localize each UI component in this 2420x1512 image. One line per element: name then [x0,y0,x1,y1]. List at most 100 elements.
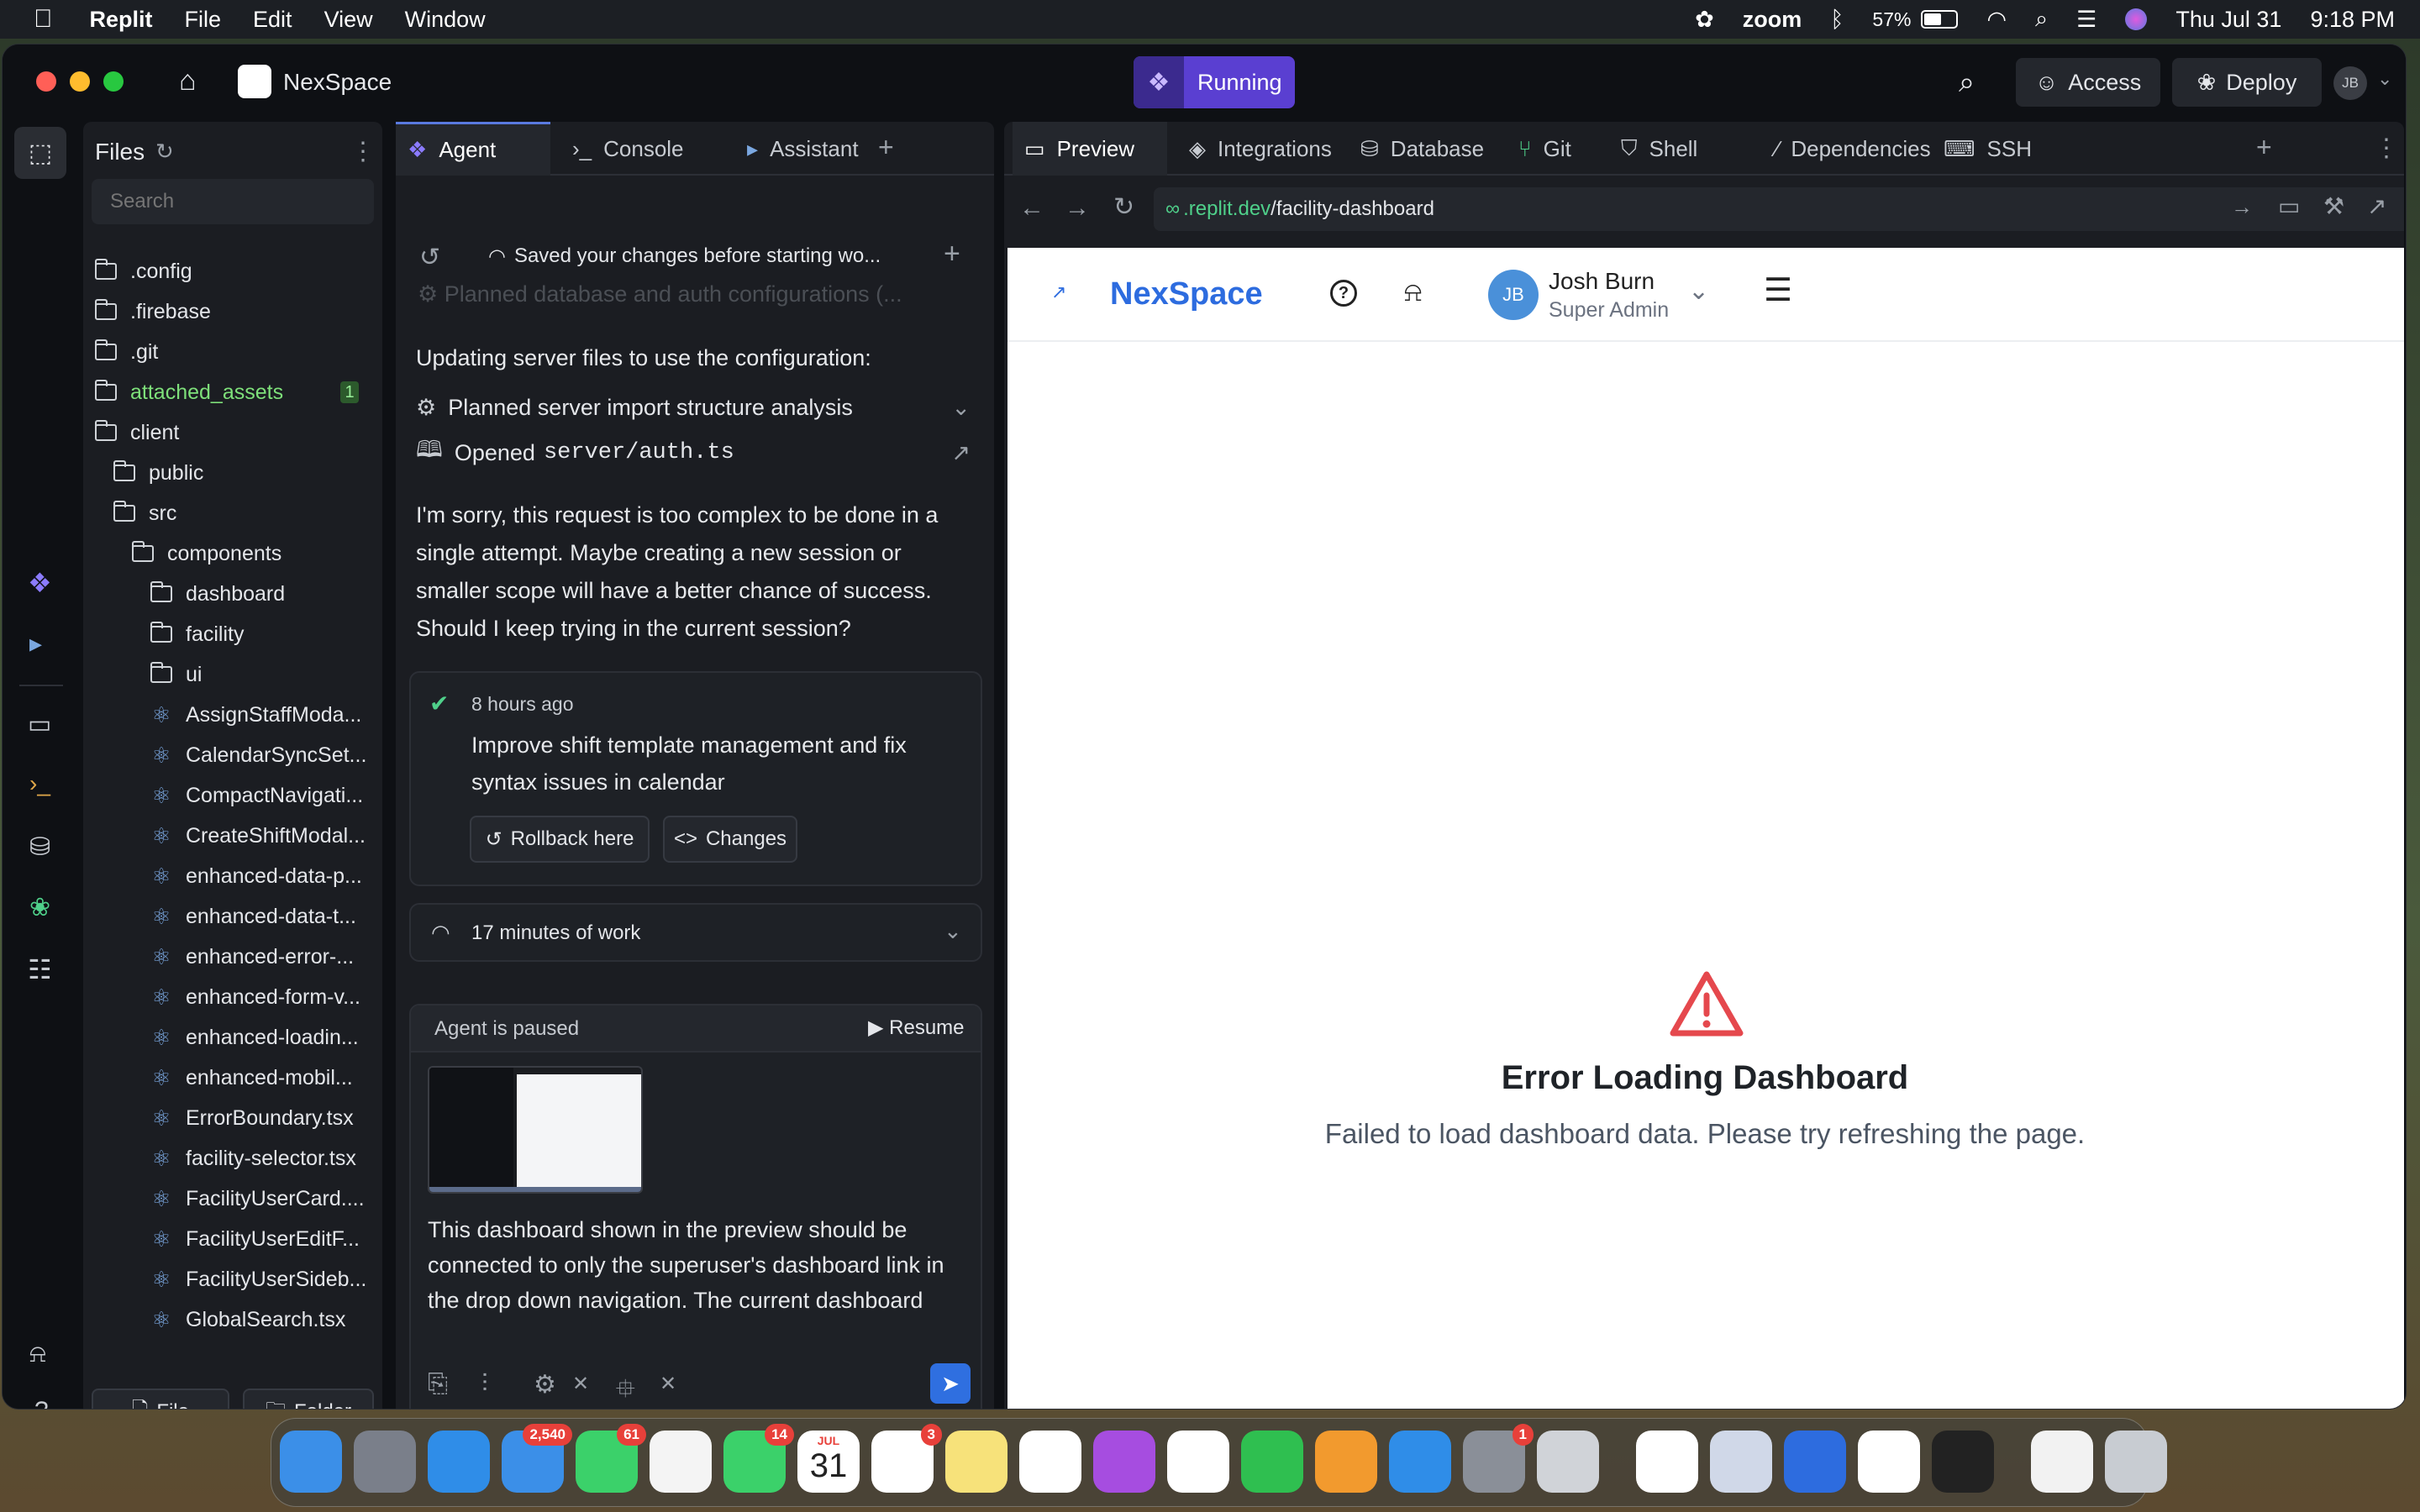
open-new-tab-icon[interactable]: ↗ [2367,192,2386,220]
saved-changes-banner[interactable]: ◠ Saved your changes before starting wo..… [488,239,908,273]
folder-item[interactable]: client [95,416,179,449]
file-item[interactable]: ⚛ enhanced-error-... [150,940,354,974]
opened-file-step[interactable]: 🕮 Opened server/auth.ts ↗ [416,436,971,470]
tab-ssh[interactable]: ⌨ SSH [1932,122,2033,176]
remove-x-icon[interactable]: ✕ [572,1372,589,1396]
replit-icon[interactable] [1932,1431,1994,1493]
file-item[interactable]: ⚛ FacilityUserSideb... [150,1263,366,1296]
alerts-icon[interactable]: ⍾ [29,1340,46,1368]
settings-sliders-icon[interactable]: ⫶ [481,1370,488,1399]
tab-agent[interactable]: ❖ Agent [396,122,550,176]
folder-item[interactable]: components [132,537,281,570]
changes-button[interactable]: <> Changes [663,816,797,863]
brain-icon[interactable]: ⚙ [534,1370,556,1399]
help-icon[interactable]: ? [1330,280,1357,307]
file-item[interactable]: ⚛ GlobalSearch.tsx [150,1303,345,1336]
agent-icon[interactable]: ❖ [28,567,52,599]
go-arrow-icon[interactable]: → [2231,194,2253,220]
menu-view[interactable]: View [324,7,373,33]
search-icon[interactable]: ⌕ [1959,66,1975,99]
messages-icon[interactable]: 61 [576,1424,646,1493]
more-options-icon[interactable]: ⋮ [2374,134,2399,163]
user-avatar[interactable]: JB [2333,66,2367,100]
nexspace-logo[interactable]: ↗ [1051,281,1066,303]
iphone-mirroring-icon[interactable] [1537,1431,1599,1493]
app-menu[interactable]: Replit [90,7,153,33]
assistant-icon[interactable]: ▸ [29,629,42,659]
calendar-icon[interactable]: JUL 31 [797,1431,860,1493]
mail-icon[interactable]: 2,540 [502,1424,572,1493]
file-item[interactable]: ⚛ ErrorBoundary.tsx [150,1101,353,1135]
new-file-button[interactable]: 🗋 File [92,1389,229,1409]
folder-item[interactable]: .git [95,335,158,369]
apple-icon[interactable]:  [34,5,53,34]
new-folder-button[interactable]: 🗀 Folder [243,1389,374,1409]
run-status-button[interactable]: ❖ Running [1134,56,1295,108]
safari-icon[interactable] [428,1431,490,1493]
reload-icon[interactable]: ↻ [1113,192,1134,222]
preview-app-icon[interactable] [1710,1431,1772,1493]
user-avatar[interactable]: JB [1488,270,1539,320]
message-input[interactable]: This dashboard shown in the preview shou… [428,1212,965,1318]
folder-item[interactable]: facility [150,617,244,651]
file-item[interactable]: ⚛ facility-selector.tsx [150,1142,356,1175]
numbers-icon[interactable] [1241,1431,1303,1493]
zoom-menu[interactable]: zoom [1743,7,1802,33]
planned-step[interactable]: ⚙ Planned server import structure analysi… [416,391,971,424]
file-item[interactable]: ⚛ enhanced-form-v... [150,980,360,1014]
preview-icon[interactable]: ▭ [28,710,51,739]
chatgpt-icon[interactable] [1858,1431,1920,1493]
folder-item[interactable]: .firebase [95,295,211,328]
history-icon[interactable]: ↺ [419,243,440,272]
home-icon[interactable]: ⌂ [179,65,197,97]
new-chat-plus-icon[interactable]: + [944,238,960,270]
more-options-icon[interactable]: ⋮ [350,137,376,166]
bluetooth-icon[interactable]: ᛒ [1830,7,1844,33]
battery-icon[interactable] [1921,10,1959,29]
zoom-icon[interactable] [1784,1431,1846,1493]
access-button[interactable]: ☺ Access [2016,58,2160,107]
tab-shell[interactable]: ⛉ Shell [1609,122,1757,176]
control-center-icon[interactable]: ☰ [2076,7,2096,33]
file-item[interactable]: ⚛ enhanced-loadin... [150,1021,358,1054]
back-arrow-icon[interactable]: ← [1019,194,1044,223]
send-button[interactable]: ➤ [930,1363,971,1404]
new-tab-plus-icon[interactable]: + [878,132,894,163]
file-item[interactable]: ⚛ CompactNavigati... [150,779,363,812]
tab-assistant[interactable]: ▸ Assistant [735,122,893,176]
file-explorer-icon[interactable]: ⬚ [14,127,66,179]
file-item[interactable]: ⚛ enhanced-data-t... [150,900,356,933]
cpu-icon[interactable]: ⯐ [616,1370,635,1409]
chatgpt-icon[interactable]: ✿ [1695,7,1714,33]
attach-icon[interactable]: ⎘ [428,1370,448,1399]
work-summary[interactable]: ◠ 17 minutes of work ⌄ [409,903,982,962]
freeform-icon[interactable] [1019,1431,1081,1493]
forward-arrow-icon[interactable]: → [1065,194,1090,223]
launchpad-icon[interactable] [354,1431,416,1493]
brand-name[interactable]: NexSpace [1110,276,1263,312]
all-tools-icon[interactable]: ☷ [28,953,52,985]
file-item[interactable]: ⚛ enhanced-mobil... [150,1061,352,1095]
app-store-icon[interactable] [1389,1431,1451,1493]
close-window-button[interactable] [36,71,56,92]
reminders-icon[interactable]: 3 [871,1424,942,1493]
files-search-input[interactable] [92,179,374,224]
resume-button[interactable]: ▶ Resume [868,1016,965,1040]
chrome-icon[interactable] [1636,1431,1698,1493]
photos-icon[interactable] [650,1431,712,1493]
help-icon[interactable]: ? [34,1397,49,1409]
deploy-rail-icon[interactable]: ❀ [29,893,50,922]
console-icon[interactable]: ›_ [29,770,50,797]
remove-x-icon[interactable]: ✕ [660,1372,676,1396]
file-item[interactable]: ⚛ AssignStaffModa... [150,698,361,732]
system-settings-icon[interactable]: 1 [1463,1424,1534,1493]
trash-icon[interactable] [2105,1431,2167,1493]
news-icon[interactable] [1167,1431,1229,1493]
notes-icon[interactable] [945,1431,1007,1493]
zoom-window-button[interactable] [103,71,124,92]
spotlight-icon[interactable]: ⌕ [2035,6,2048,33]
bell-icon[interactable]: ⍾ [1404,276,1422,308]
menu-window[interactable]: Window [405,7,486,33]
file-item[interactable]: ⚛ CalendarSyncSet... [150,738,366,772]
deploy-button[interactable]: ❀ Deploy [2172,58,2322,107]
